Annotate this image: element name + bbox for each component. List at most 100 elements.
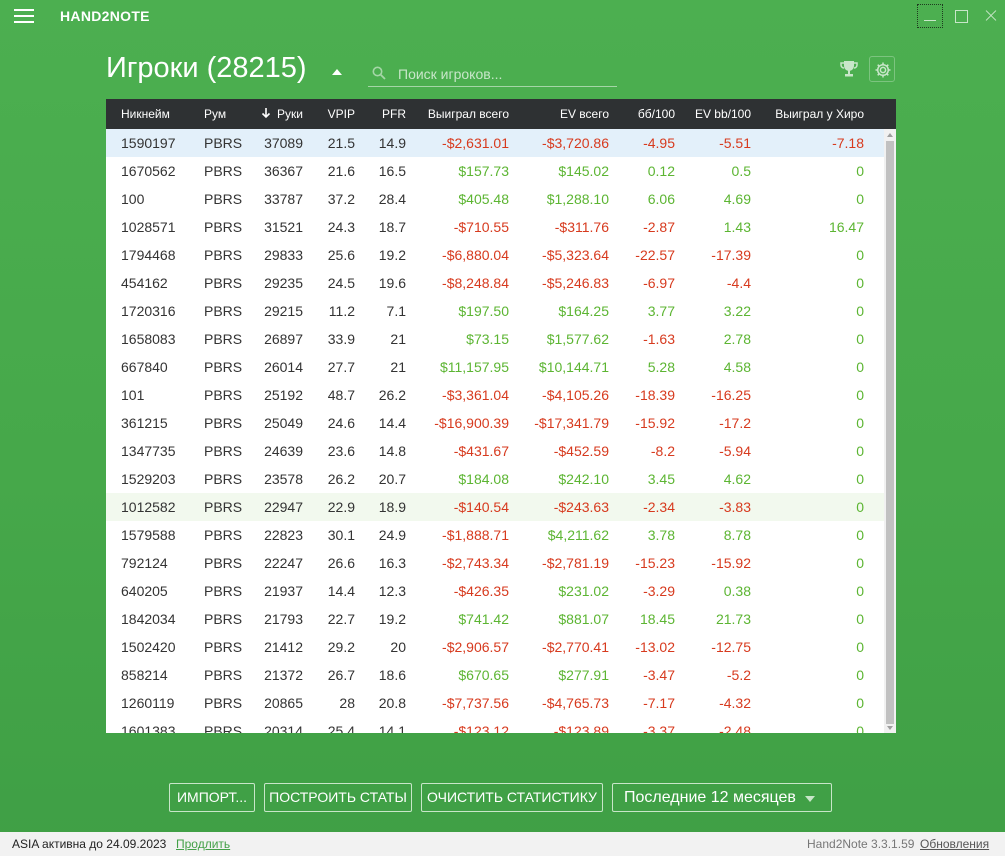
table-row[interactable]: 1720316 PBRS 29215 11.2 7.1 $197.50 $164.25 3.7… (106, 297, 884, 325)
table-row[interactable]: 1260119 PBRS 20865 28 20.8 -$7,737.56 -$4,765.… (106, 689, 884, 717)
table-row[interactable]: 101 PBRS 25192 48.7 26.2 -$3,361.04 -$4,105.26… (106, 381, 884, 409)
search-input[interactable] (398, 63, 613, 85)
table-row[interactable]: 1347735 PBRS 24639 23.6 14.8 -$431.67 -$452.59… (106, 437, 884, 465)
import-button[interactable]: ИМПОРТ... (169, 783, 255, 812)
cell-won: -$16,900.39 (434, 415, 509, 431)
cell-hands: 25049 (264, 415, 303, 431)
cell-vpip: 33.9 (327, 331, 355, 347)
table-row[interactable]: 1012582 PBRS 22947 22.9 18.9 -$140.54 -$243.63… (106, 493, 884, 521)
cell-room: PBRS (204, 667, 243, 683)
column-header-ev[interactable]: EV всего (516, 99, 609, 129)
cell-bb100: -13.02 (635, 639, 675, 655)
cell-evbb: 1.43 (723, 219, 751, 235)
table-row[interactable]: 1658083 PBRS 26897 33.9 21 $73.15 $1,577.62 -1.… (106, 325, 884, 353)
column-header-hero[interactable]: Выиграл у Хиро (756, 99, 864, 129)
table-row[interactable]: 640205 PBRS 21937 14.4 12.3 -$426.35 $231.02 -3… (106, 577, 884, 605)
clear-stats-button[interactable]: ОЧИСТИТЬ СТАТИСТИКУ (421, 783, 603, 812)
cell-bb100: 6.06 (647, 191, 675, 207)
table-row[interactable]: 1842034 PBRS 21793 22.7 19.2 $741.42 $881.07 18… (106, 605, 884, 633)
cell-evbb: 3.22 (723, 303, 751, 319)
sort-down-arrow-icon (261, 108, 271, 119)
cell-bb100: -4.95 (643, 135, 675, 151)
column-header-nick[interactable]: Никнейм (121, 99, 191, 129)
cell-room: PBRS (204, 583, 243, 599)
period-select[interactable]: Последние 12 месяцев (612, 783, 832, 812)
table-row[interactable]: 1028571 PBRS 31521 24.3 18.7 -$710.55 -$311.76… (106, 213, 884, 241)
cell-ev: -$3,720.86 (542, 135, 609, 151)
cell-pfr: 19.6 (378, 275, 406, 291)
cell-pfr: 19.2 (378, 247, 406, 263)
column-header-label: Рум (204, 107, 227, 121)
cell-hero: 0 (856, 387, 864, 403)
cell-bb100: -8.2 (650, 443, 675, 459)
cell-bb100: 0.12 (647, 163, 675, 179)
table-row[interactable]: 1590197 PBRS 37089 21.5 14.9 -$2,631.01 -$3,72… (106, 129, 884, 157)
cell-pfr: 14.8 (378, 443, 406, 459)
table-row[interactable]: 858214 PBRS 21372 26.7 18.6 $670.65 $277.91 -3.… (106, 661, 884, 689)
cell-ev: -$5,246.83 (542, 275, 609, 291)
cell-evbb: 4.62 (723, 471, 751, 487)
settings-button[interactable] (869, 56, 895, 82)
menu-icon[interactable] (14, 9, 34, 23)
cell-ev: $242.10 (558, 471, 609, 487)
cell-hands: 22247 (264, 555, 303, 571)
cell-nick: 101 (121, 387, 145, 403)
cell-ev: $4,211.62 (547, 527, 609, 543)
table-row[interactable]: 1670562 PBRS 36367 21.6 16.5 $157.73 $145.02 0.… (106, 157, 884, 185)
table-row[interactable]: 1579588 PBRS 22823 30.1 24.9 -$1,888.71 $4,211… (106, 521, 884, 549)
table-row[interactable]: 361215 PBRS 25049 24.6 14.4 -$16,900.39 -$17,3… (106, 409, 884, 437)
cell-nick: 1260119 (121, 695, 175, 711)
maximize-button[interactable] (948, 4, 974, 28)
minimize-button[interactable] (917, 4, 943, 28)
caret-down-icon (805, 796, 815, 802)
build-stats-button[interactable]: ПОСТРОИТЬ СТАТЫ (264, 783, 412, 812)
cell-hero: 0 (856, 639, 864, 655)
cell-hero: 0 (856, 415, 864, 431)
table-body: 1590197 PBRS 37089 21.5 14.9 -$2,631.01 -$3,72… (106, 129, 884, 733)
cell-hands: 33787 (264, 191, 303, 207)
cell-hero: 0 (856, 471, 864, 487)
close-button[interactable] (978, 4, 1004, 28)
table-row[interactable]: 792124 PBRS 22247 26.6 16.3 -$2,743.34 -$2,781… (106, 549, 884, 577)
table-row[interactable]: 1601383 PBRS 20314 25.4 14.1 -$123.12 -$123.89… (106, 717, 884, 733)
column-header-room[interactable]: Рум (204, 99, 254, 129)
cell-room: PBRS (204, 527, 243, 543)
cell-vpip: 27.7 (327, 359, 355, 375)
cell-evbb: 4.69 (723, 191, 751, 207)
scroll-up-arrow-icon[interactable] (887, 133, 893, 137)
table-row[interactable]: 1794468 PBRS 29833 25.6 19.2 -$6,880.04 -$5,32… (106, 241, 884, 269)
cell-vpip: 48.7 (327, 387, 355, 403)
cell-nick: 1601383 (121, 723, 176, 733)
cell-ev: -$243.63 (553, 499, 609, 515)
table-row[interactable]: 100 PBRS 33787 37.2 28.4 $405.48 $1,288.10 6.06… (106, 185, 884, 213)
cell-hero: 0 (856, 667, 864, 683)
column-header-pfr[interactable]: PFR (362, 99, 406, 129)
cell-won: -$426.35 (453, 583, 509, 599)
renew-link[interactable]: Продлить (176, 837, 230, 851)
table-row[interactable]: 454162 PBRS 29235 24.5 19.6 -$8,248.84 -$5,246… (106, 269, 884, 297)
column-header-evbb[interactable]: EV bb/100 (682, 99, 751, 129)
cell-won: -$123.12 (453, 723, 509, 733)
scroll-down-arrow-icon[interactable] (887, 726, 893, 730)
cell-won: -$710.55 (453, 219, 509, 235)
caret-up-icon[interactable] (332, 69, 342, 75)
table-row[interactable]: 1502420 PBRS 21412 29.2 20 -$2,906.57 -$2,770.… (106, 633, 884, 661)
cell-won: -$8,248.84 (442, 275, 509, 291)
cell-bb100: -2.34 (643, 499, 675, 515)
cell-nick: 858214 (121, 667, 168, 683)
column-header-vpip[interactable]: VPIP (310, 99, 355, 129)
cell-hands: 24639 (264, 443, 303, 459)
cell-vpip: 24.6 (327, 415, 355, 431)
cell-hands: 31521 (264, 219, 303, 235)
table-row[interactable]: 667840 PBRS 26014 27.7 21 $11,157.95 $10,144.7… (106, 353, 884, 381)
trophy-icon[interactable] (838, 58, 860, 80)
cell-hero: 0 (856, 303, 864, 319)
column-header-hands[interactable]: Руки (256, 99, 303, 129)
updates-link[interactable]: Обновления (920, 837, 989, 851)
cell-pfr: 16.3 (378, 555, 406, 571)
column-header-won[interactable]: Выиграл всего (406, 99, 509, 129)
column-header-bb100[interactable]: бб/100 (616, 99, 675, 129)
vertical-scrollbar[interactable] (884, 129, 896, 733)
table-row[interactable]: 1529203 PBRS 23578 26.2 20.7 $184.08 $242.10 3.… (106, 465, 884, 493)
scrollbar-thumb[interactable] (886, 141, 894, 724)
